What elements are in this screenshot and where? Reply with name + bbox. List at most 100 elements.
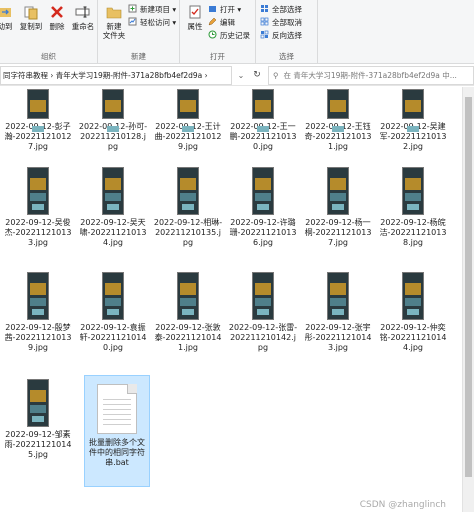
select-none-button[interactable]: 全部取消	[260, 17, 302, 28]
file-name: 2022-09-12-许璐珊-202211210136.jpg	[229, 218, 297, 247]
file-item[interactable]: 2022-09-12-王钰奇-202211210131.jpg	[303, 89, 373, 152]
new-folder-button[interactable]: 新建 文件夹	[100, 4, 128, 40]
invert-selection-button[interactable]: 反向选择	[260, 30, 302, 41]
invert-selection-icon	[260, 30, 269, 39]
file-name: 2022-09-12-张宇彤-202211210143.jpg	[304, 323, 372, 352]
image-thumbnail	[27, 379, 49, 427]
file-item[interactable]: 2022-09-12-相琳-202211210135.jpg	[153, 167, 223, 248]
file-name: 2022-09-12-杨一桐-202211210137.jpg	[304, 218, 372, 247]
new-folder-label: 新建 文件夹	[102, 22, 126, 40]
easy-access-label: 轻松访问 ▾	[140, 18, 177, 27]
file-item[interactable]: 2022-09-12-杨一桐-202211210137.jpg	[303, 167, 373, 248]
file-item[interactable]: 2022-09-12-张宇彤-202211210143.jpg	[303, 272, 373, 353]
file-name: 2022-09-12-邹素雨-202211210145.jpg	[4, 430, 72, 459]
file-item[interactable]: 2022-09-12-王一鹏-202211210130.jpg	[228, 89, 298, 152]
move-to-button[interactable]: 动到	[0, 4, 18, 31]
select-all-label: 全部选择	[272, 5, 302, 14]
new-group-label: 新建	[131, 52, 146, 61]
image-thumbnail	[327, 167, 349, 215]
select-group-label: 选择	[279, 52, 294, 61]
file-item[interactable]: 2022-09-12-吴建军-202211210132.jpg	[378, 89, 448, 152]
image-thumbnail	[177, 89, 199, 132]
image-thumbnail	[102, 272, 124, 320]
batch-file-icon	[97, 384, 137, 434]
new-item-icon	[128, 4, 137, 13]
bat-file-item[interactable]: 批量删除多个文件中的相同字符串.bat	[84, 375, 150, 487]
copy-to-button[interactable]: 复制到	[18, 4, 44, 31]
select-all-icon	[261, 5, 268, 12]
scrollbar-thumb[interactable]	[465, 97, 472, 477]
image-thumbnail	[102, 89, 124, 132]
properties-icon	[189, 5, 201, 19]
delete-icon	[51, 6, 63, 18]
file-item[interactable]: 2022-09-12-彭子瀚-202211210127.jpg	[3, 89, 73, 152]
select-none-label: 全部取消	[272, 18, 302, 27]
file-name: 2022-09-12-相琳-202211210135.jpg	[153, 218, 223, 247]
bat-file-name: 批量删除多个文件中的相同字符串.bat	[89, 438, 145, 467]
search-icon: ⚲	[273, 71, 279, 80]
address-bar[interactable]: 同字符串教程 › 青年大学习19期-附件-371a28bfb4ef2d9a ›	[0, 66, 232, 85]
rename-icon	[75, 6, 90, 18]
rename-button[interactable]: 重命名	[70, 4, 96, 31]
delete-button[interactable]: 删除	[44, 4, 70, 31]
image-thumbnail	[252, 89, 274, 132]
explorer-window: 动到 复制到 删除 重命名 组织 新建 文件夹 新建项目 ▾ 轻松访问 ▾ 新建…	[0, 0, 474, 512]
file-name: 2022-09-12-吴俊杰-202211210133.jpg	[4, 218, 72, 247]
file-item[interactable]: 2022-09-12-吴俊杰-202211210133.jpg	[3, 167, 73, 248]
image-thumbnail	[402, 167, 424, 215]
select-group: 全部选择 全部取消 反向选择 选择	[256, 0, 318, 64]
image-thumbnail	[402, 89, 424, 132]
vertical-scrollbar[interactable]	[462, 87, 474, 512]
image-thumbnail	[102, 167, 124, 215]
search-placeholder: 在 青年大学习19期-附件-371a28bfb4ef2d9a 中...	[283, 71, 457, 80]
file-item[interactable]: 2022-09-12-邹素雨-202211210145.jpg	[3, 379, 73, 460]
file-item[interactable]: 2022-09-12-仲奕铭-202211210144.jpg	[378, 272, 448, 353]
move-to-label: 动到	[0, 22, 13, 31]
file-item[interactable]: 2022-09-12-杨皖洁-202211210138.jpg	[378, 167, 448, 248]
file-name: 2022-09-12-张雷-202211210142.jpg	[228, 323, 298, 352]
open-label: 打开 ▾	[220, 5, 242, 14]
file-item[interactable]: 2022-09-12-张雷-202211210142.jpg	[228, 272, 298, 353]
new-group: 新建 文件夹 新建项目 ▾ 轻松访问 ▾ 新建	[98, 0, 180, 64]
edit-label: 编辑	[220, 18, 235, 27]
image-thumbnail	[177, 272, 199, 320]
image-thumbnail	[27, 89, 49, 132]
history-label: 历史记录	[220, 31, 250, 40]
refresh-icon[interactable]: ↻	[250, 66, 264, 85]
file-name: 2022-09-12-杨皖洁-202211210138.jpg	[379, 218, 447, 247]
file-item[interactable]: 2022-09-12-殷梦茜-202211210139.jpg	[3, 272, 73, 353]
edit-button[interactable]: 编辑	[208, 17, 235, 28]
easy-access-button[interactable]: 轻松访问 ▾	[128, 17, 176, 28]
ribbon: 动到 复制到 删除 重命名 组织 新建 文件夹 新建项目 ▾ 轻松访问 ▾ 新建…	[0, 0, 474, 64]
properties-button[interactable]: 属性	[182, 4, 208, 31]
file-name: 2022-09-12-吴天啸-202211210134.jpg	[79, 218, 147, 247]
image-thumbnail	[177, 167, 199, 215]
watermark: CSDN @zhanglinch	[359, 500, 446, 510]
image-thumbnail	[27, 272, 49, 320]
edit-icon	[208, 17, 217, 26]
open-button[interactable]: 打开 ▾	[208, 4, 241, 15]
history-button[interactable]: 历史记录	[208, 30, 250, 41]
file-item[interactable]: 2022-09-12-王计曲-202211210129.jpg	[153, 89, 223, 152]
image-thumbnail	[327, 272, 349, 320]
new-item-button[interactable]: 新建项目 ▾	[128, 4, 176, 15]
file-name: 2022-09-12-殷梦茜-202211210139.jpg	[4, 323, 72, 352]
address-dropdown-icon[interactable]: ⌄	[234, 66, 248, 85]
file-item[interactable]: 2022-09-12-张敦泰-202211210141.jpg	[153, 272, 223, 353]
file-item[interactable]: 2022-09-12-许璐珊-202211210136.jpg	[228, 167, 298, 248]
search-box[interactable]: ⚲ 在 青年大学习19期-附件-371a28bfb4ef2d9a 中...	[268, 66, 474, 85]
file-name: 2022-09-12-张敦泰-202211210141.jpg	[154, 323, 222, 352]
file-item[interactable]: 2022-09-12-孙可-202211210128.jpg	[78, 89, 148, 152]
file-name: 2022-09-12-仲奕铭-202211210144.jpg	[379, 323, 447, 352]
open-group: 属性 打开 ▾ 编辑 历史记录 打开	[180, 0, 256, 64]
image-thumbnail	[252, 272, 274, 320]
invert-selection-label: 反向选择	[272, 31, 302, 40]
select-all-button[interactable]: 全部选择	[260, 4, 302, 15]
move-to-icon	[0, 8, 11, 17]
file-item[interactable]: 2022-09-12-吴天啸-202211210134.jpg	[78, 167, 148, 248]
address-bar-row: 同字符串教程 › 青年大学习19期-附件-371a28bfb4ef2d9a › …	[0, 66, 474, 86]
image-thumbnail	[252, 167, 274, 215]
copy-to-icon	[24, 6, 38, 20]
file-item[interactable]: 2022-09-12-袁振轩-202211210140.jpg	[78, 272, 148, 353]
rename-label: 重命名	[71, 22, 95, 31]
